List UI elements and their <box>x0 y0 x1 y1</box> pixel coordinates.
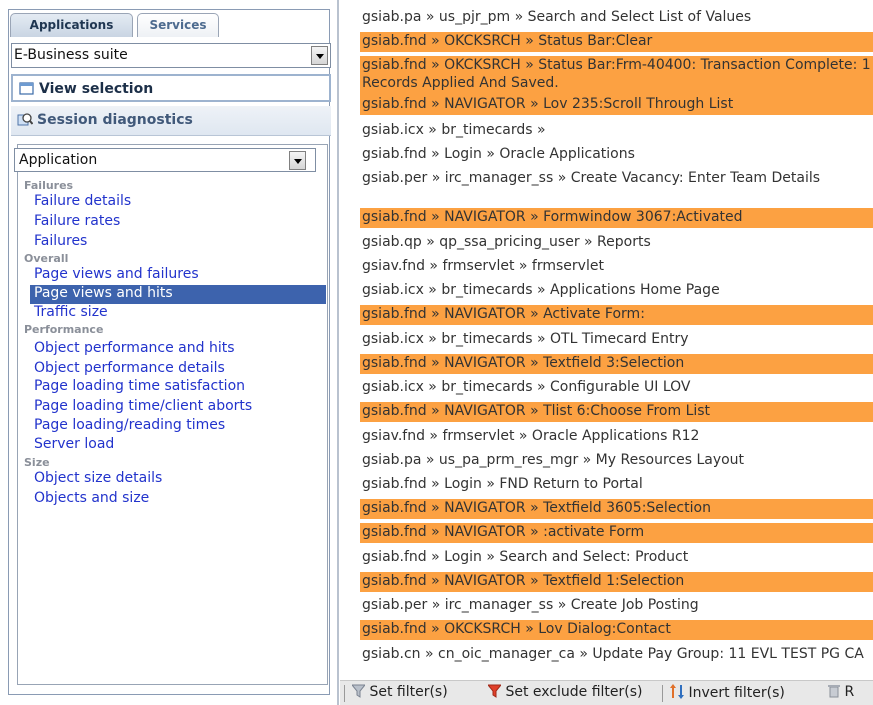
list-item[interactable]: gsiab.cn » cn_oic_manager_ca » Update Pa… <box>360 645 873 680</box>
toolbar-separator <box>662 685 663 702</box>
magnifier-icon <box>17 113 33 126</box>
toolbar-separator <box>344 685 345 702</box>
set-exclude-filter-label: Set exclude filter(s) <box>505 684 643 700</box>
nav-failures[interactable]: Failures <box>34 233 87 249</box>
nav-object-size-details[interactable]: Object size details <box>34 470 162 486</box>
list-item[interactable]: gsiab.fnd » NAVIGATOR » Textfield 1:Sele… <box>360 572 873 592</box>
nav-page-views-failures[interactable]: Page views and failures <box>34 266 199 282</box>
nav-failure-rates[interactable]: Failure rates <box>34 213 120 229</box>
session-diagnostics-label: Session diagnostics <box>37 112 193 128</box>
nav-server-load[interactable]: Server load <box>34 436 114 452</box>
list-item[interactable]: gsiab.fnd » NAVIGATOR » Textfield 3:Sele… <box>360 354 873 374</box>
list-item[interactable]: gsiab.icx » br_timecards » <box>360 121 873 140</box>
list-item[interactable]: gsiab.fnd » NAVIGATOR » Activate Form: <box>360 305 873 325</box>
list-item[interactable]: gsiab.fnd » OKCKSRCH » Status Bar:Frm-40… <box>360 56 873 95</box>
invert-filter-label: Invert filter(s) <box>688 685 785 701</box>
suite-dropdown-value: E-Business suite <box>14 47 128 63</box>
suite-dropdown[interactable]: E-Business suite <box>11 43 331 68</box>
group-header-performance: Performance <box>24 323 104 336</box>
list-item[interactable]: gsiab.fnd » Login » Search and Select: P… <box>360 548 873 567</box>
nav-object-performance-hits[interactable]: Object performance and hits <box>34 340 235 356</box>
tab-services[interactable]: Services <box>137 13 219 37</box>
set-exclude-filter-button[interactable]: Set exclude filter(s) <box>486 684 643 700</box>
chevron-down-icon[interactable] <box>289 151 306 170</box>
list-item[interactable]: gsiab.per » irc_manager_ss » Create Job … <box>360 596 873 615</box>
nav-page-loading-reading[interactable]: Page loading/reading times <box>34 417 225 433</box>
left-panel: Applications Services E-Business suite V… <box>0 0 337 705</box>
list-item[interactable]: gsiav.fnd » frmservlet » Oracle Applicat… <box>360 427 873 446</box>
list-item[interactable]: gsiab.icx » br_timecards » Configurable … <box>360 378 873 397</box>
trash-icon <box>828 685 840 698</box>
application-dropdown[interactable]: Application <box>14 148 316 172</box>
nav-objects-and-size[interactable]: Objects and size <box>34 490 149 506</box>
list-item[interactable]: gsiab.icx » br_timecards » Applications … <box>360 281 873 300</box>
nav-page-views-hits[interactable]: Page views and hits <box>30 285 326 304</box>
view-selection-label: View selection <box>39 81 154 97</box>
set-filter-button[interactable]: Set filter(s) <box>350 684 448 700</box>
chevron-down-icon[interactable] <box>311 46 328 65</box>
nav-failure-details[interactable]: Failure details <box>34 193 131 209</box>
list-item[interactable]: gsiab.pa » us_pa_prm_res_mgr » My Resour… <box>360 451 873 470</box>
list-item[interactable]: gsiab.fnd » NAVIGATOR » Formwindow 3067:… <box>360 208 873 228</box>
reset-filter-label: R <box>844 684 855 700</box>
list-item[interactable]: gsiab.fnd » NAVIGATOR » Tlist 6:Choose F… <box>360 402 873 422</box>
list-item[interactable]: gsiab.pa » us_pjr_pm » Search and Select… <box>360 8 873 27</box>
nav-traffic-size[interactable]: Traffic size <box>34 304 108 320</box>
list-item[interactable]: gsiab.qp » qp_ssa_pricing_user » Reports <box>360 233 873 252</box>
application-dropdown-value: Application <box>19 152 98 168</box>
invert-filter-button[interactable]: Invert filter(s) <box>670 684 785 701</box>
list-item[interactable]: gsiab.fnd » Login » FND Return to Portal <box>360 475 873 494</box>
list-item[interactable]: gsiav.fnd » frmservlet » frmservlet <box>360 257 873 276</box>
view-selection-header[interactable]: View selection <box>11 74 331 102</box>
panel-divider[interactable] <box>337 0 339 705</box>
list-item[interactable]: gsiab.fnd » NAVIGATOR » Textfield 3605:S… <box>360 499 873 519</box>
nav-page-loading-satisfaction[interactable]: Page loading time satisfaction <box>34 378 245 394</box>
set-filter-label: Set filter(s) <box>369 684 448 700</box>
list-item[interactable]: gsiab.fnd » OKCKSRCH » Status Bar:Clear <box>360 32 873 52</box>
nav-object-performance-details[interactable]: Object performance details <box>34 360 225 376</box>
filter-toolbar: Set filter(s) Set exclude filter(s) Inve… <box>340 680 873 705</box>
window-icon <box>19 82 34 95</box>
list-item[interactable]: gsiab.fnd » NAVIGATOR » Lov 235:Scroll T… <box>360 95 873 115</box>
filter-icon <box>350 684 367 698</box>
tab-applications[interactable]: Applications <box>10 13 133 37</box>
exclude-filter-icon <box>486 684 503 698</box>
group-header-failures: Failures <box>24 179 74 192</box>
list-item[interactable]: gsiab.fnd » Login » Oracle Applications <box>360 145 873 164</box>
list-item[interactable]: gsiab.fnd » NAVIGATOR » :activate Form <box>360 523 873 543</box>
group-header-size: Size <box>24 456 50 469</box>
list-item[interactable]: gsiab.per » irc_manager_ss » Create Vaca… <box>360 169 873 206</box>
nav-page-loading-aborts[interactable]: Page loading time/client aborts <box>34 398 252 414</box>
reset-filter-button[interactable]: R <box>828 684 854 700</box>
list-item[interactable]: gsiab.fnd » OKCKSRCH » Lov Dialog:Contac… <box>360 620 873 640</box>
list-item[interactable]: gsiab.icx » br_timecards » OTL Timecard … <box>360 330 873 349</box>
session-diagnostics-header[interactable]: Session diagnostics <box>11 106 331 136</box>
group-header-overall: Overall <box>24 252 69 265</box>
invert-arrows-icon <box>670 684 684 699</box>
